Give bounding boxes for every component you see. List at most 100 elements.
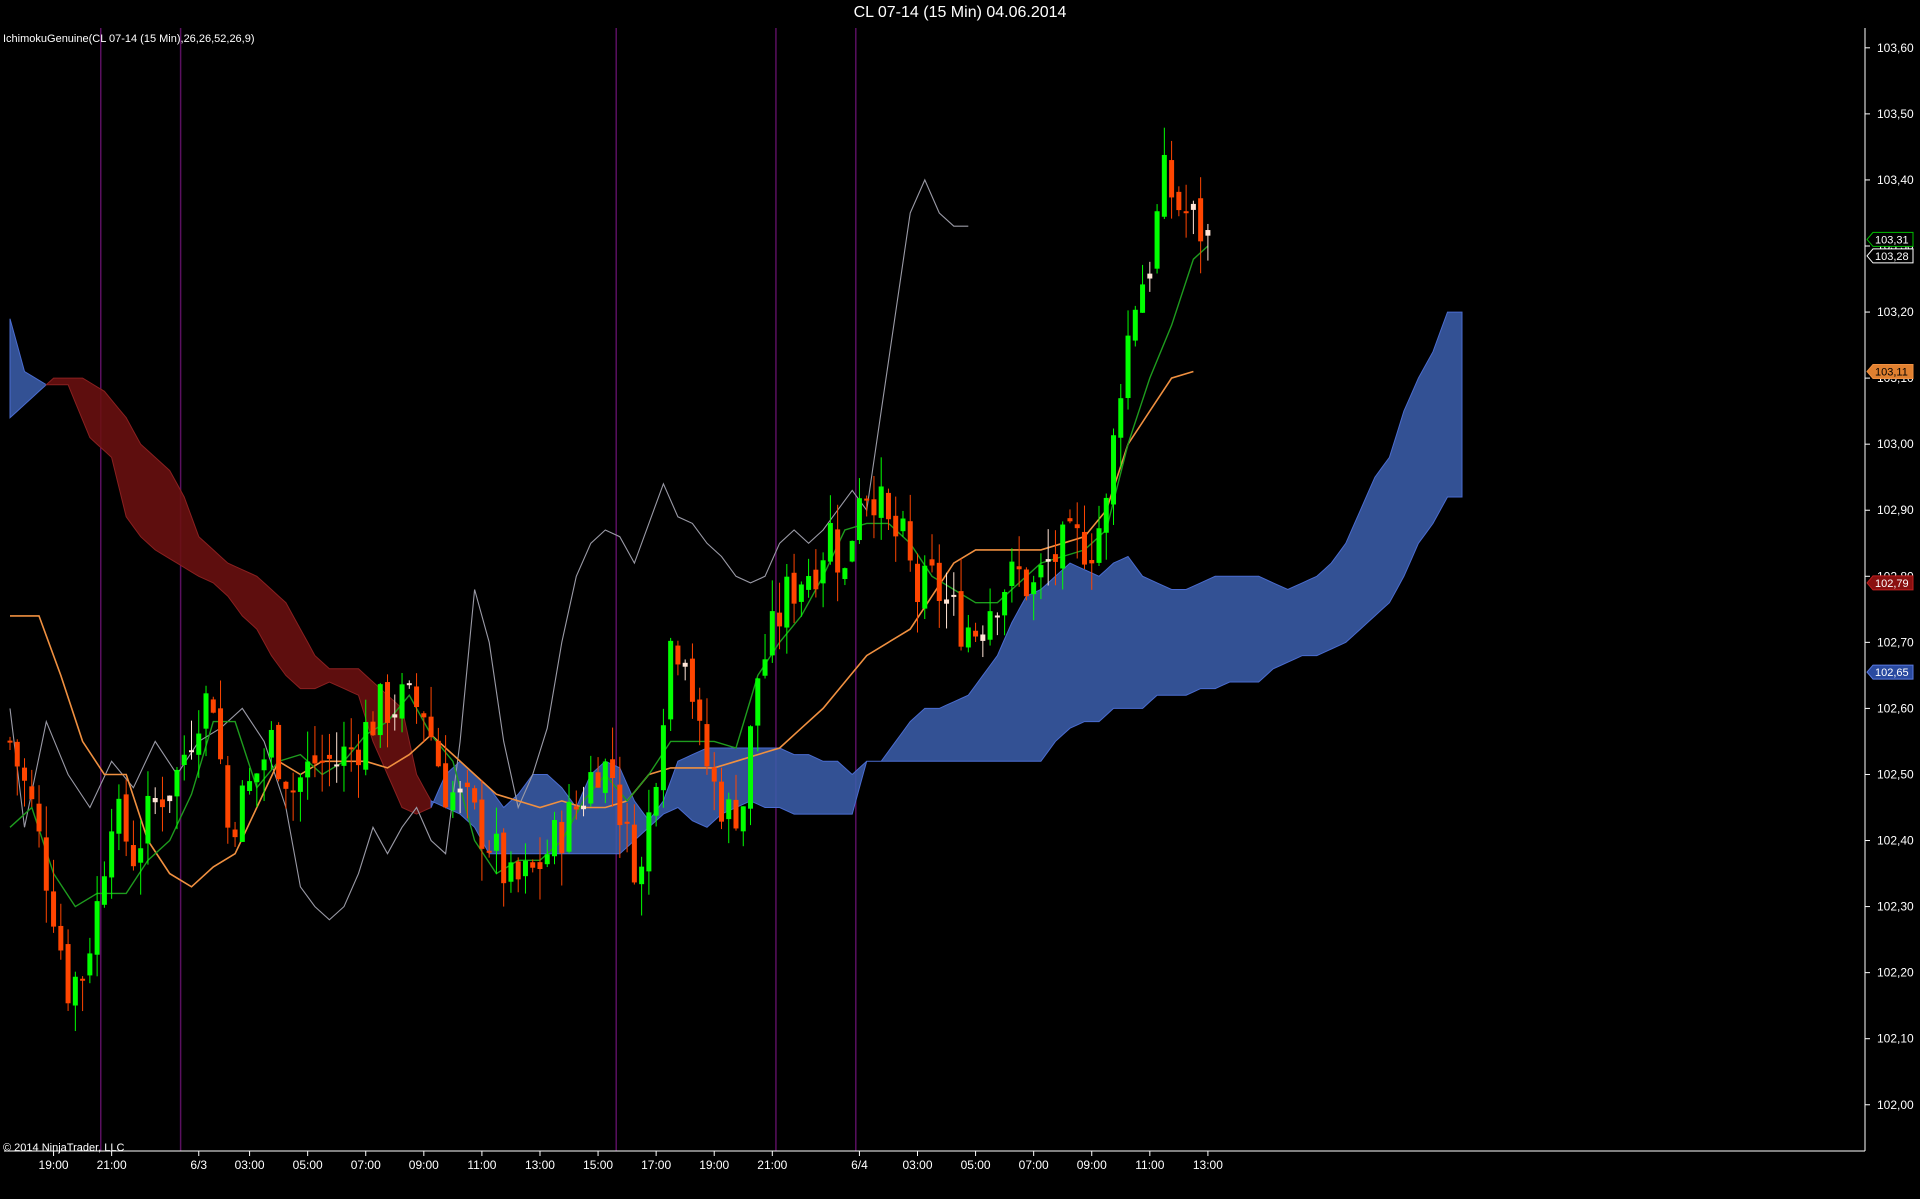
candle-body[interactable] xyxy=(936,562,942,601)
candle-body[interactable] xyxy=(80,978,86,981)
candle-body[interactable] xyxy=(689,658,695,702)
ichimoku-chart[interactable]: 102,00 102,10 102,20 102,30 102,40 102,50 102,… xyxy=(0,0,1920,1199)
candle-body[interactable] xyxy=(109,831,115,878)
candle-body[interactable] xyxy=(994,615,1000,618)
candle-body[interactable] xyxy=(43,837,49,891)
candle-body[interactable] xyxy=(152,798,158,803)
candle-body[interactable] xyxy=(181,754,187,766)
candle-body[interactable] xyxy=(196,733,202,755)
candle-body[interactable] xyxy=(297,777,303,792)
candle-body[interactable] xyxy=(305,761,311,778)
candle-body[interactable] xyxy=(878,486,884,518)
candle-body[interactable] xyxy=(58,925,64,951)
candle-body[interactable] xyxy=(900,518,906,532)
candle-body[interactable] xyxy=(885,492,891,520)
candle-body[interactable] xyxy=(189,750,194,753)
candle-body[interactable] xyxy=(660,725,666,791)
candle-body[interactable] xyxy=(682,662,688,667)
candle-body[interactable] xyxy=(51,891,57,927)
candle-body[interactable] xyxy=(385,682,391,723)
candle-body[interactable] xyxy=(951,594,957,597)
candle-body[interactable] xyxy=(167,795,173,802)
candle-body[interactable] xyxy=(22,767,28,781)
candle-body[interactable] xyxy=(341,746,347,766)
candle-body[interactable] xyxy=(406,683,412,686)
candle-body[interactable] xyxy=(138,848,144,863)
candle-body[interactable] xyxy=(312,755,318,764)
candle-body[interactable] xyxy=(326,754,332,759)
candle-body[interactable] xyxy=(1183,211,1189,214)
candle-body[interactable] xyxy=(784,576,790,628)
candle-body[interactable] xyxy=(457,788,463,793)
candle-body[interactable] xyxy=(871,499,877,516)
candle-body[interactable] xyxy=(1096,528,1102,563)
candle-body[interactable] xyxy=(515,861,521,880)
candle-body[interactable] xyxy=(929,559,935,566)
candle-body[interactable] xyxy=(973,630,979,637)
candle-body[interactable] xyxy=(239,785,245,842)
candle-body[interactable] xyxy=(94,901,100,955)
candle-body[interactable] xyxy=(1125,335,1131,398)
candle-body[interactable] xyxy=(559,821,565,854)
candle-body[interactable] xyxy=(348,747,354,750)
candle-body[interactable] xyxy=(225,765,231,828)
candle-body[interactable] xyxy=(1052,554,1058,562)
candle-body[interactable] xyxy=(646,812,652,872)
candle-body[interactable] xyxy=(203,693,209,729)
candle-body[interactable] xyxy=(486,850,492,853)
candle-body[interactable] xyxy=(617,784,623,826)
candle-body[interactable] xyxy=(1147,273,1153,279)
candle-body[interactable] xyxy=(1198,198,1204,242)
candle-body[interactable] xyxy=(464,782,470,788)
candle-body[interactable] xyxy=(261,759,267,771)
candle-body[interactable] xyxy=(370,721,376,736)
candle-body[interactable] xyxy=(769,611,775,656)
candle-body[interactable] xyxy=(726,799,732,820)
candle-body[interactable] xyxy=(1089,560,1095,564)
candle-body[interactable] xyxy=(290,790,296,793)
candle-body[interactable] xyxy=(806,576,812,590)
candle-body[interactable] xyxy=(355,749,361,766)
candle-body[interactable] xyxy=(14,741,20,767)
candle-body[interactable] xyxy=(893,515,899,537)
candle-body[interactable] xyxy=(581,805,587,810)
candle-body[interactable] xyxy=(1190,203,1196,210)
candle-body[interactable] xyxy=(1009,561,1015,586)
candle-body[interactable] xyxy=(798,584,804,602)
candle-body[interactable] xyxy=(363,722,369,770)
candle-body[interactable] xyxy=(537,862,543,870)
candle-body[interactable] xyxy=(522,860,528,877)
candle-body[interactable] xyxy=(101,876,107,905)
candle-body[interactable] xyxy=(849,540,855,562)
candle-body[interactable] xyxy=(1045,559,1051,562)
candle-body[interactable] xyxy=(610,759,616,779)
candle-body[interactable] xyxy=(704,724,710,767)
candle-body[interactable] xyxy=(907,521,913,561)
candle-body[interactable] xyxy=(450,792,456,811)
candle-body[interactable] xyxy=(472,788,478,803)
candle-body[interactable] xyxy=(864,498,870,501)
candle-body[interactable] xyxy=(552,820,557,857)
candle-body[interactable] xyxy=(748,726,754,809)
candle-body[interactable] xyxy=(1169,160,1175,198)
candle-body[interactable] xyxy=(697,699,703,721)
candle-body[interactable] xyxy=(1161,154,1167,217)
candle-body[interactable] xyxy=(268,729,274,758)
candle-body[interactable] xyxy=(842,568,848,580)
candle-body[interactable] xyxy=(856,498,862,541)
candle-body[interactable] xyxy=(827,522,833,562)
candle-body[interactable] xyxy=(443,763,449,808)
candle-body[interactable] xyxy=(130,845,136,867)
candle-body[interactable] xyxy=(1060,524,1066,569)
candle-body[interactable] xyxy=(1132,309,1138,341)
candle-body[interactable] xyxy=(922,565,928,609)
candle-body[interactable] xyxy=(958,591,964,647)
candle-body[interactable] xyxy=(232,829,238,838)
candle-body[interactable] xyxy=(588,772,594,804)
candle-body[interactable] xyxy=(377,684,383,736)
candle-body[interactable] xyxy=(813,569,819,590)
candle-body[interactable] xyxy=(254,773,260,783)
candle-body[interactable] xyxy=(639,866,645,885)
candle-body[interactable] xyxy=(87,953,93,976)
candle-body[interactable] xyxy=(733,799,739,829)
